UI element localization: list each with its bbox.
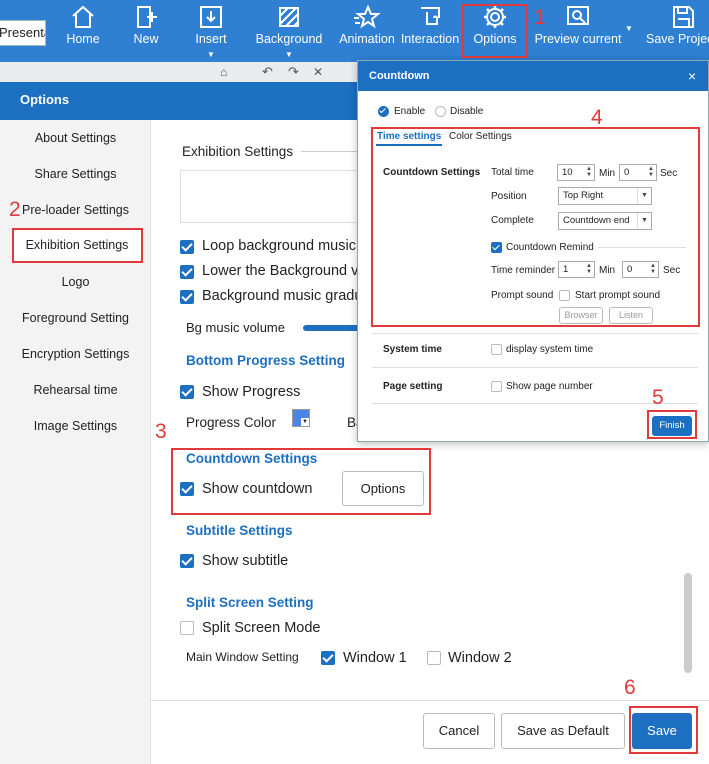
window2-checkbox[interactable] [427, 651, 441, 665]
home-button[interactable]: Home [64, 4, 102, 46]
interaction-hand-icon [421, 7, 440, 25]
show-subtitle-checkbox[interactable] [180, 554, 194, 568]
split-screen-mode-checkbox[interactable] [180, 621, 194, 635]
home-icon [72, 5, 94, 28]
redo-icon[interactable]: ↷ [288, 64, 299, 80]
new-page-icon [137, 6, 157, 28]
loop-bg-music-label: Loop background music [202, 238, 356, 254]
background-icon [279, 7, 299, 27]
sidebar-item-logo[interactable]: Logo [0, 275, 151, 289]
interaction-button[interactable]: Interaction [399, 4, 461, 46]
bg-music-volume-label: Bg music volume [186, 320, 285, 335]
new-button[interactable]: New [130, 4, 162, 46]
step-number-3: 3 [155, 420, 167, 443]
countdown-dialog-title: Countdown [358, 61, 708, 91]
preview-icon [567, 6, 589, 25]
split-screen-title: Split Screen Setting [186, 595, 314, 610]
presentation-name-box[interactable]: Presenta [0, 20, 46, 46]
exhibition-preview-box [180, 170, 370, 223]
undo-icon[interactable]: ↶ [262, 64, 273, 80]
animation-button[interactable]: Animation [337, 4, 397, 46]
sidebar-item-foreground[interactable]: Foreground Setting [0, 311, 151, 325]
sidebar-item-encryption[interactable]: Encryption Settings [0, 347, 151, 361]
highlight-time-settings [371, 127, 700, 327]
close-icon[interactable]: × [688, 68, 696, 84]
section-divider [372, 403, 698, 404]
highlight-save-button [629, 706, 698, 754]
step-number-5: 5 [652, 386, 664, 409]
chevron-down-icon: ▼ [285, 50, 293, 59]
section-divider [372, 367, 698, 368]
chevron-down-icon: ▼ [207, 50, 215, 59]
save-as-default-button[interactable]: Save as Default [501, 713, 625, 749]
progress-color-label: Progress Color [186, 415, 277, 430]
insert-button[interactable]: Insert ▼ [188, 4, 234, 60]
step-number-4: 4 [591, 106, 603, 129]
home-small-icon[interactable]: ⌂ [220, 65, 227, 79]
disable-radio[interactable] [435, 106, 446, 117]
section-divider [372, 333, 698, 334]
disable-label: Disable [450, 106, 484, 117]
sidebar-item-preloader[interactable]: Pre-loader Settings [0, 203, 151, 217]
sidebar-item-share[interactable]: Share Settings [0, 167, 151, 181]
bottom-progress-title: Bottom Progress Setting [186, 353, 346, 368]
main-window-setting-label: Main Window Setting [186, 650, 299, 664]
window2-label: Window 2 [448, 650, 512, 666]
animation-star-icon [354, 4, 381, 29]
highlight-exhibition-settings [12, 228, 143, 263]
background-button[interactable]: Background ▼ [249, 4, 329, 60]
sidebar-item-image[interactable]: Image Settings [0, 419, 151, 433]
step-number-1: 1 [534, 6, 546, 29]
scrollbar-thumb[interactable] [684, 573, 692, 673]
sidebar-item-rehearsal[interactable]: Rehearsal time [0, 383, 151, 397]
options-footer: Cancel Save as Default Save [151, 700, 709, 764]
enable-label: Enable [394, 106, 426, 117]
group-divider [301, 151, 361, 152]
show-progress-label: Show Progress [202, 384, 301, 400]
main-toolbar: Presenta Home New Insert ▼ Background ▼ … [0, 0, 709, 62]
preview-dropdown-chevron-icon[interactable]: ▼ [624, 24, 634, 33]
step-number-6: 6 [624, 676, 636, 699]
display-system-time-checkbox[interactable] [491, 344, 502, 355]
page-setting-label: Page setting [383, 381, 443, 392]
window1-checkbox[interactable] [321, 651, 335, 665]
split-screen-mode-label: Split Screen Mode [202, 620, 321, 636]
progress-color-swatch[interactable]: ▼ [292, 409, 310, 427]
exhibition-group-title: Exhibition Settings [182, 144, 294, 159]
enable-radio[interactable] [378, 106, 389, 117]
show-progress-checkbox[interactable] [180, 385, 194, 399]
show-page-number-checkbox[interactable] [491, 381, 502, 392]
save-disk-icon [673, 6, 694, 28]
subtitle-settings-title: Subtitle Settings [186, 523, 293, 538]
cancel-button[interactable]: Cancel [423, 713, 495, 749]
step-number-2: 2 [9, 198, 21, 221]
show-page-number-label: Show page number [506, 381, 593, 392]
loop-bg-music-checkbox[interactable] [180, 240, 194, 254]
show-subtitle-label: Show subtitle [202, 553, 289, 569]
highlight-finish-button [647, 410, 697, 439]
display-system-time-label: display system time [506, 344, 594, 355]
bg-music-gradual-checkbox[interactable] [180, 290, 194, 304]
sidebar-item-about[interactable]: About Settings [0, 131, 151, 145]
lower-bg-volume-checkbox[interactable] [180, 265, 194, 279]
save-project-button[interactable]: Save Project [646, 4, 709, 46]
options-sidebar: About Settings Share Settings Pre-loader… [0, 120, 151, 764]
highlight-options-button [462, 4, 528, 58]
insert-icon [200, 6, 222, 28]
system-time-label: System time [383, 344, 442, 355]
delete-icon[interactable]: ✕ [313, 65, 323, 79]
highlight-countdown-settings [171, 448, 431, 515]
window1-label: Window 1 [343, 650, 407, 666]
bg-music-volume-slider[interactable] [303, 325, 363, 331]
chevron-down-icon: ▼ [301, 418, 309, 426]
preview-current-button[interactable]: Preview current [532, 4, 624, 46]
